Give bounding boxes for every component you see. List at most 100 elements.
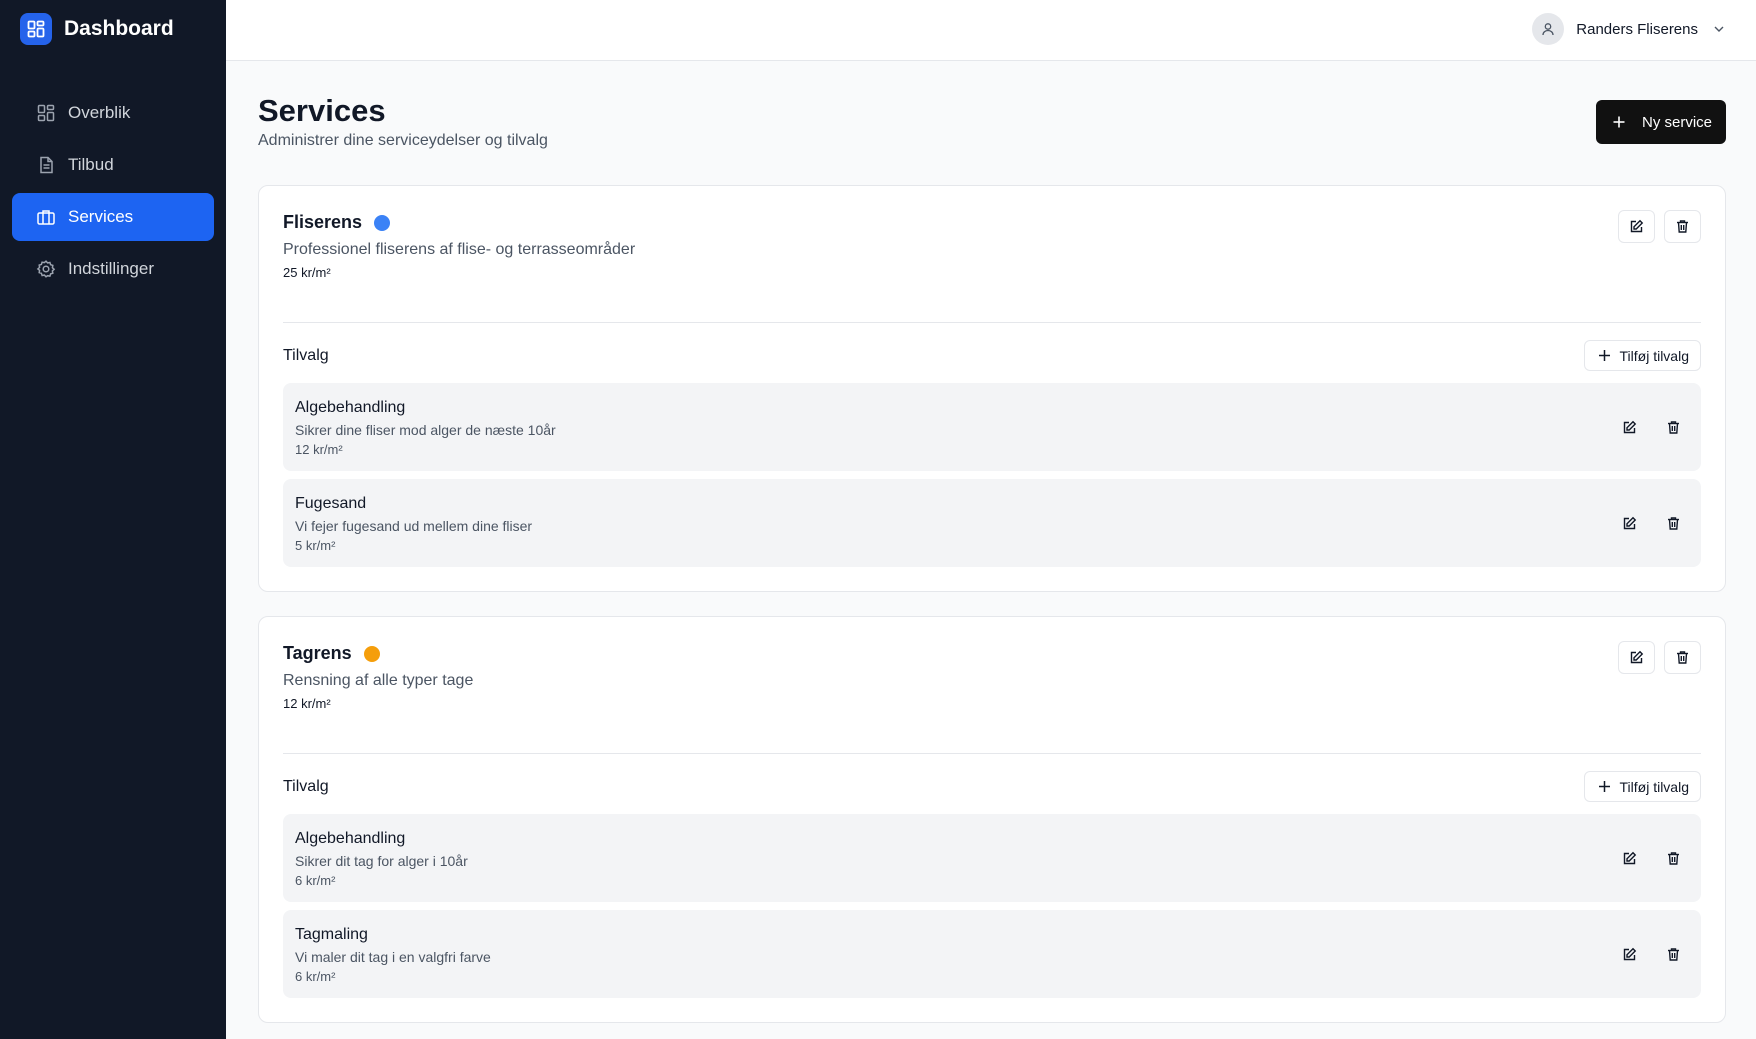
user-icon (1542, 23, 1554, 36)
edit-addon-button[interactable] (1615, 506, 1643, 540)
sidebar-item-tilbud[interactable]: Tilbud (12, 141, 214, 189)
addon-actions (1615, 410, 1687, 444)
plus-icon (1613, 116, 1625, 128)
addon-description: Vi fejer fugesand ud mellem dine fliser (295, 518, 533, 534)
addon-description: Sikrer dine fliser mod alger de næste 10… (295, 422, 556, 438)
avatar (1532, 13, 1565, 45)
addons-title: Tilvalg (283, 347, 329, 364)
sidebar-item-label: Tilbud (68, 155, 114, 174)
sidebar-item-overblik[interactable]: Overblik (12, 89, 214, 137)
edit-addon-button[interactable] (1615, 937, 1643, 971)
edit-icon (1623, 420, 1636, 433)
topbar: Randers Fliserens (226, 0, 1756, 61)
edit-icon (1630, 650, 1644, 664)
addon-name: Tagmaling (295, 926, 368, 943)
page-header: Services Administrer dine serviceydelser… (258, 61, 1726, 185)
trash-icon (1667, 851, 1679, 865)
new-service-button[interactable]: Ny service (1595, 100, 1726, 144)
service-color-dot (363, 645, 380, 662)
addons-header: Tilvalg Tilføj tilvalg (283, 323, 1701, 383)
service-title: Fliserens (283, 212, 391, 233)
addon-price: 6 kr/m² (295, 969, 336, 984)
addon-item: Algebehandling Sikrer dit tag for alger … (283, 814, 1701, 902)
addon-item: Fugesand Vi fejer fugesand ud mellem din… (283, 479, 1701, 567)
user-menu[interactable]: Randers Fliserens (1532, 13, 1726, 45)
addon-price: 6 kr/m² (295, 873, 336, 888)
edit-service-button[interactable] (1618, 641, 1655, 674)
trash-icon (1677, 220, 1688, 233)
addon-actions (1615, 506, 1687, 540)
plus-icon (1598, 781, 1610, 792)
delete-addon-button[interactable] (1659, 937, 1687, 971)
addon-name: Fugesand (295, 495, 367, 512)
edit-service-button[interactable] (1618, 210, 1655, 243)
addon-name: Algebehandling (295, 830, 406, 847)
addon-description: Vi maler dit tag i en valgfri farve (295, 949, 491, 965)
service-color-dot (374, 214, 391, 231)
briefcase-icon (37, 210, 55, 225)
edit-icon (1623, 947, 1636, 960)
brand[interactable]: Dashboard (0, 0, 226, 57)
service-header: Fliserens Professionel fliserens af flis… (283, 186, 1701, 322)
service-card: Tagrens Rensning af alle typer tage 12 k… (258, 616, 1726, 1023)
add-addon-label: Tilføj tilvalg (1619, 778, 1690, 795)
sidebar-item-services[interactable]: Services (12, 193, 214, 241)
addon-price: 5 kr/m² (295, 538, 336, 553)
add-addon-button[interactable]: Tilføj tilvalg (1583, 340, 1701, 371)
delete-service-button[interactable] (1664, 641, 1701, 674)
main-content: Services Administrer dine serviceydelser… (258, 61, 1726, 1039)
trash-icon (1667, 516, 1679, 530)
addons-header: Tilvalg Tilføj tilvalg (283, 754, 1701, 814)
dashboard-logo-icon (20, 12, 52, 45)
service-description: Rensning af alle typer tage (283, 672, 474, 689)
edit-addon-button[interactable] (1615, 841, 1643, 875)
delete-addon-button[interactable] (1659, 841, 1687, 875)
service-card: Fliserens Professionel fliserens af flis… (258, 185, 1726, 592)
page-subtitle: Administrer dine serviceydelser og tilva… (258, 132, 548, 149)
add-addon-label: Tilføj tilvalg (1619, 347, 1690, 364)
trash-icon (1677, 651, 1688, 664)
edit-icon (1630, 219, 1644, 233)
chevron-down-icon (1714, 26, 1724, 32)
service-name: Tagrens (283, 643, 352, 663)
service-price: 25 kr/m² (283, 265, 331, 280)
sidebar: Dashboard Overblik Tilbud Services Indst… (0, 0, 226, 1039)
addon-description: Sikrer dit tag for alger i 10år (295, 853, 468, 869)
addon-item: Algebehandling Sikrer dine fliser mod al… (283, 383, 1701, 471)
addon-item: Tagmaling Vi maler dit tag i en valgfri … (283, 910, 1701, 998)
sidebar-nav: Overblik Tilbud Services Indstillinger (0, 89, 226, 293)
addon-price: 12 kr/m² (295, 442, 343, 457)
add-addon-button[interactable]: Tilføj tilvalg (1583, 771, 1701, 802)
service-title: Tagrens (283, 643, 380, 664)
addon-name: Algebehandling (295, 399, 406, 416)
sidebar-item-label: Overblik (68, 103, 131, 122)
new-service-label: Ny service (1641, 113, 1712, 131)
trash-icon (1667, 420, 1679, 434)
sidebar-item-indstillinger[interactable]: Indstillinger (12, 245, 214, 293)
sidebar-item-label: Indstillinger (68, 259, 154, 278)
addon-actions (1615, 841, 1687, 875)
user-name: Randers Fliserens (1576, 20, 1698, 38)
grid-icon (37, 104, 55, 122)
service-description: Professionel fliserens af flise- og terr… (283, 241, 636, 258)
addons-title: Tilvalg (283, 778, 329, 795)
app-title: Dashboard (64, 16, 174, 40)
page-title: Services (258, 93, 386, 128)
delete-service-button[interactable] (1664, 210, 1701, 243)
document-icon (40, 156, 53, 174)
service-name: Fliserens (283, 212, 363, 232)
delete-addon-button[interactable] (1659, 410, 1687, 444)
plus-icon (1598, 350, 1610, 361)
service-header: Tagrens Rensning af alle typer tage 12 k… (283, 617, 1701, 753)
service-actions (1618, 210, 1701, 243)
edit-addon-button[interactable] (1615, 410, 1643, 444)
sidebar-item-label: Services (68, 207, 134, 226)
addon-actions (1615, 937, 1687, 971)
edit-icon (1623, 516, 1636, 529)
service-price: 12 kr/m² (283, 696, 331, 711)
service-actions (1618, 641, 1701, 674)
gear-icon (36, 260, 56, 278)
delete-addon-button[interactable] (1659, 506, 1687, 540)
edit-icon (1623, 851, 1636, 864)
trash-icon (1667, 947, 1679, 961)
